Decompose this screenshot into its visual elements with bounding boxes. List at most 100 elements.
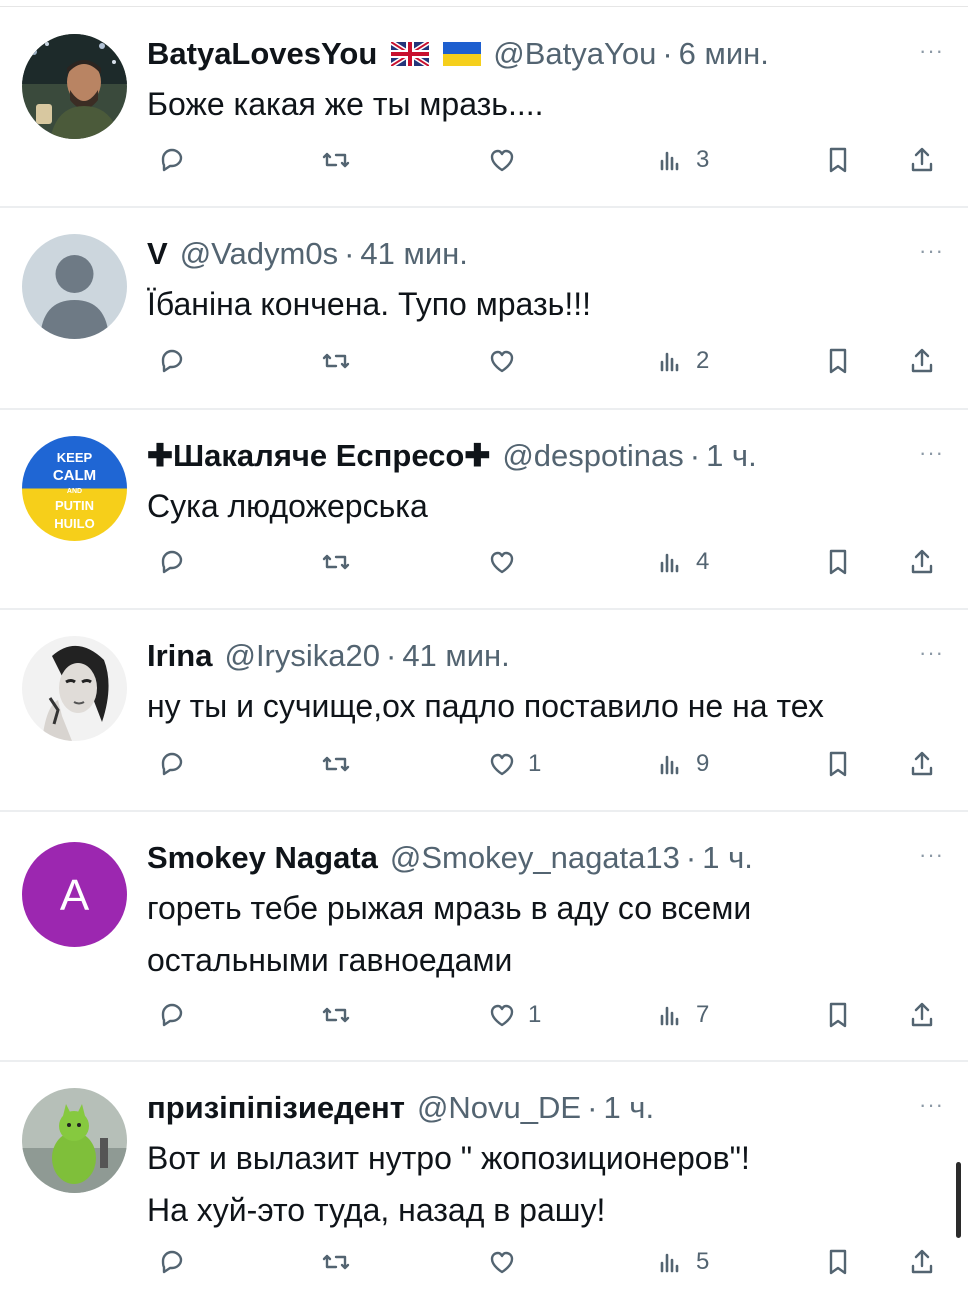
- views-button[interactable]: 4: [652, 542, 709, 582]
- retweet-button[interactable]: [318, 140, 362, 180]
- like-button[interactable]: [484, 341, 528, 381]
- views-button[interactable]: 9: [652, 744, 709, 784]
- more-icon[interactable]: ···: [919, 238, 944, 264]
- avatar[interactable]: KEEP CALM AND PUTIN HUILO: [22, 436, 127, 541]
- like-button[interactable]: 1: [484, 995, 541, 1035]
- display-name[interactable]: призіпіпізиедент: [147, 1090, 405, 1126]
- default-user-avatar: [22, 234, 127, 339]
- avatar[interactable]: [22, 34, 127, 139]
- share-icon: [911, 549, 933, 574]
- timestamp[interactable]: 41 мин.: [402, 638, 509, 674]
- like-button[interactable]: [484, 542, 528, 582]
- bookmark-button[interactable]: [820, 995, 856, 1035]
- share-button[interactable]: [904, 140, 940, 180]
- like-button[interactable]: [484, 140, 528, 180]
- reply-button[interactable]: [154, 341, 198, 381]
- handle[interactable]: @Irysika20: [224, 638, 380, 674]
- views-button[interactable]: 2: [652, 341, 709, 381]
- reply-button[interactable]: [154, 140, 198, 180]
- tweet-text-line: ну ты и сучище,ох падло поставило не на …: [147, 688, 824, 724]
- views-count: 3: [696, 146, 710, 173]
- bookmark-button[interactable]: [820, 140, 856, 180]
- uk-flag-icon: [391, 42, 430, 66]
- handle[interactable]: @Vadym0s: [180, 236, 338, 272]
- more-icon[interactable]: ···: [919, 440, 944, 466]
- tweet-actions: 19: [0, 744, 968, 784]
- tweet-text-line: гореть тебе рыжая мразь в аду со всеми: [147, 890, 752, 926]
- retweet-icon: [322, 756, 350, 772]
- more-icon[interactable]: ···: [919, 640, 944, 666]
- views-button[interactable]: 3: [652, 140, 709, 180]
- woman-portrait-avatar: [22, 636, 127, 741]
- tweet-actions: 3: [0, 140, 968, 180]
- tweet-header: ✚Шакаляче Еспресо✚ @despotinas · 1 ч.: [147, 436, 757, 476]
- timestamp[interactable]: 1 ч.: [603, 1090, 654, 1126]
- share-button[interactable]: [904, 542, 940, 582]
- avatar-text: KEEP: [57, 450, 93, 465]
- timestamp[interactable]: 1 ч.: [702, 840, 753, 876]
- handle[interactable]: @despotinas: [502, 438, 683, 474]
- avatar[interactable]: [22, 1088, 127, 1193]
- handle[interactable]: @BatyaYou: [493, 36, 656, 72]
- reply-button[interactable]: [154, 542, 198, 582]
- tweet[interactable]: BatyaLovesYou @BatyaYou · 6 мин. ··· Бож…: [0, 8, 968, 208]
- timestamp[interactable]: 41 мин.: [360, 236, 467, 272]
- share-button[interactable]: [904, 341, 940, 381]
- display-name[interactable]: ✚Шакаляче Еспресо✚: [147, 438, 490, 474]
- separator: ·: [685, 840, 697, 875]
- separator: ·: [689, 438, 701, 473]
- reply-icon: [161, 752, 183, 776]
- reply-button[interactable]: [154, 995, 198, 1035]
- reply-button[interactable]: [154, 744, 198, 784]
- share-button[interactable]: [904, 1242, 940, 1282]
- retweet-button[interactable]: [318, 995, 362, 1035]
- handle[interactable]: @Novu_DE: [417, 1090, 581, 1126]
- tweet[interactable]: Irina @Irysika20 · 41 мин. ··· ну ты и с…: [0, 610, 968, 812]
- bookmark-button[interactable]: [820, 341, 856, 381]
- scrollbar[interactable]: [956, 1162, 961, 1238]
- bookmark-button[interactable]: [820, 1242, 856, 1282]
- flags: [391, 42, 482, 66]
- display-name[interactable]: BatyaLovesYou: [147, 36, 377, 72]
- avatar[interactable]: [22, 636, 127, 741]
- like-button[interactable]: 1: [484, 744, 541, 784]
- tweet[interactable]: призіпіпізиедент @Novu_DE · 1 ч. ··· Вот…: [0, 1062, 968, 1292]
- share-button[interactable]: [904, 995, 940, 1035]
- avatar-text: AND: [67, 488, 82, 495]
- more-icon[interactable]: ···: [919, 842, 944, 868]
- reply-icon: [161, 550, 183, 574]
- timestamp[interactable]: 6 мин.: [679, 36, 769, 72]
- views-button[interactable]: 5: [652, 1242, 709, 1282]
- tweet[interactable]: V @Vadym0s · 41 мин. ··· Їбаніна кончена…: [0, 208, 968, 410]
- tweet-text: ну ты и сучище,ох падло поставило не на …: [147, 680, 824, 732]
- like-button[interactable]: [484, 1242, 528, 1282]
- reply-icon: [161, 148, 183, 172]
- share-button[interactable]: [904, 744, 940, 784]
- views-button[interactable]: 7: [652, 995, 709, 1035]
- avatar[interactable]: A: [22, 842, 127, 947]
- tweet-header: Irina @Irysika20 · 41 мин.: [147, 636, 510, 676]
- bookmark-button[interactable]: [820, 542, 856, 582]
- retweet-icon: [322, 554, 350, 570]
- reply-button[interactable]: [154, 1242, 198, 1282]
- avatar-text: PUTIN: [55, 498, 94, 513]
- tweet[interactable]: KEEP CALM AND PUTIN HUILO ✚Шакаляче Еспр…: [0, 410, 968, 610]
- tweet[interactable]: A Smokey Nagata @Smokey_nagata13 · 1 ч. …: [0, 812, 968, 1062]
- bookmark-icon: [829, 549, 847, 575]
- bookmark-button[interactable]: [820, 744, 856, 784]
- avatar[interactable]: [22, 234, 127, 339]
- views-count: 5: [696, 1248, 710, 1275]
- like-icon: [490, 753, 514, 776]
- display-name[interactable]: Smokey Nagata: [147, 840, 378, 876]
- retweet-button[interactable]: [318, 341, 362, 381]
- timestamp[interactable]: 1 ч.: [706, 438, 757, 474]
- tweet-header: призіпіпізиедент @Novu_DE · 1 ч.: [147, 1088, 654, 1128]
- more-icon[interactable]: ···: [919, 38, 944, 64]
- retweet-button[interactable]: [318, 1242, 362, 1282]
- display-name[interactable]: Irina: [147, 638, 212, 674]
- display-name[interactable]: V: [147, 236, 168, 272]
- retweet-button[interactable]: [318, 744, 362, 784]
- retweet-button[interactable]: [318, 542, 362, 582]
- handle[interactable]: @Smokey_nagata13: [390, 840, 680, 876]
- more-icon[interactable]: ···: [919, 1092, 944, 1118]
